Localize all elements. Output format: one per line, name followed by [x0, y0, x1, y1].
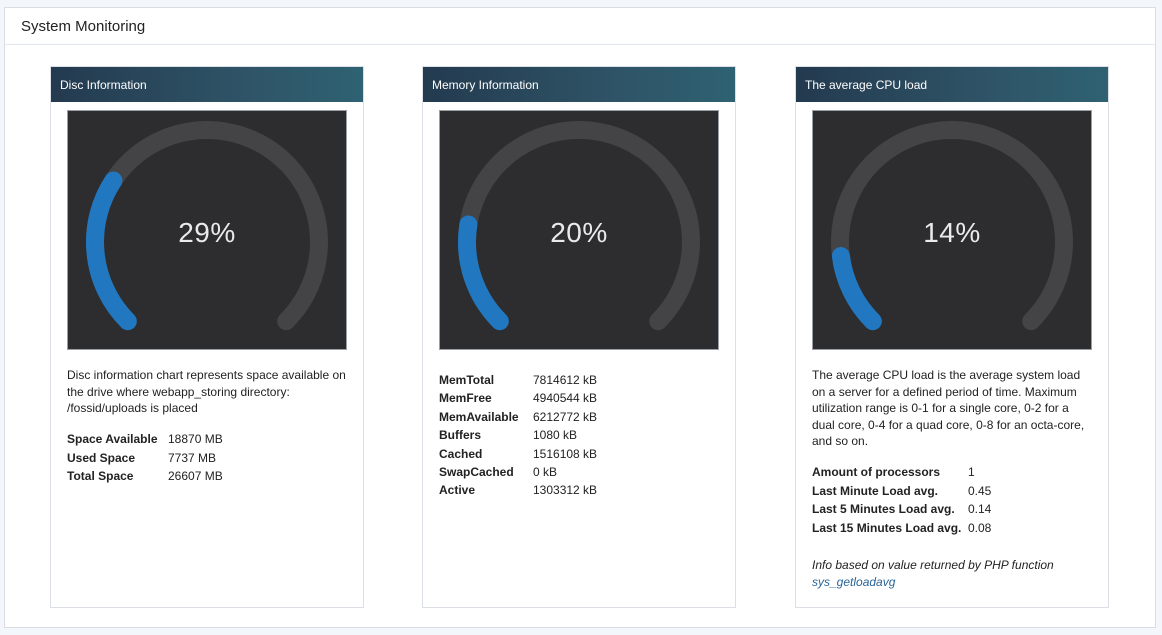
- row-value: 1516108 kB: [533, 446, 598, 461]
- page-title: System Monitoring: [5, 8, 1155, 45]
- cpu-footnote: Info based on value returned by PHP func…: [812, 557, 1094, 591]
- row-value: 1080 kB: [533, 428, 578, 443]
- cpu-gauge-fill: [831, 247, 882, 331]
- row-label: MemAvailable: [439, 409, 519, 424]
- row-value: 18870 MB: [168, 432, 223, 447]
- cpu-card-title: The average CPU load: [796, 67, 1108, 102]
- disc-card-body: Disc information chart represents space …: [67, 367, 349, 486]
- disc-gauge-value: 29%: [178, 217, 236, 248]
- memory-card-body: MemTotal 7814612 kB MemFree 4940544 kB Mem…: [439, 371, 721, 500]
- row-value: 4940544 kB: [533, 391, 598, 406]
- table-row: Amount of processors 1: [812, 464, 991, 482]
- disc-info-card: Disc Information 29% Disc information ch…: [50, 66, 364, 608]
- row-label: Last 5 Minutes Load avg.: [812, 502, 955, 517]
- memory-gauge: 20%: [439, 110, 719, 350]
- row-value: 1: [968, 465, 975, 480]
- memory-gauge-value: 20%: [550, 217, 608, 248]
- row-label: SwapCached: [439, 464, 514, 479]
- cpu-description: The average CPU load is the average syst…: [812, 368, 1085, 448]
- row-label: Last Minute Load avg.: [812, 483, 939, 498]
- row-label: Used Space: [67, 450, 136, 465]
- table-row: MemTotal 7814612 kB: [439, 371, 597, 389]
- table-row: Last 15 Minutes Load avg. 0.08: [812, 519, 991, 537]
- row-value: 6212772 kB: [533, 409, 598, 424]
- row-label: Active: [439, 483, 476, 498]
- table-row: Last 5 Minutes Load avg. 0.14: [812, 500, 991, 518]
- table-row: Cached 1516108 kB: [439, 445, 597, 463]
- row-value: 0.14: [968, 502, 992, 517]
- row-label: Last 15 Minutes Load avg.: [812, 520, 962, 535]
- table-row: MemFree 4940544 kB: [439, 389, 597, 407]
- row-value: 0 kB: [533, 464, 558, 479]
- row-value: 1303312 kB: [533, 483, 598, 498]
- cpu-gauge-value: 14%: [923, 217, 981, 248]
- table-row: Last Minute Load avg. 0.45: [812, 482, 991, 500]
- sys-getloadavg-link[interactable]: sys_getloadavg: [812, 575, 895, 589]
- memory-info-table: MemTotal 7814612 kB MemFree 4940544 kB Mem…: [439, 371, 597, 500]
- row-label: Amount of processors: [812, 465, 941, 480]
- disc-description: Disc information chart represents space …: [67, 368, 346, 415]
- row-label: Cached: [439, 446, 483, 461]
- table-row: MemAvailable 6212772 kB: [439, 408, 597, 426]
- row-label: Space Available: [67, 432, 158, 447]
- row-label: Buffers: [439, 428, 482, 443]
- disc-gauge-fill: [86, 171, 137, 331]
- footnote-text: Info based on value returned by PHP func…: [812, 558, 1054, 573]
- row-value: 7737 MB: [168, 450, 217, 465]
- table-row: Active 1303312 kB: [439, 481, 597, 499]
- table-row: Total Space 26607 MB: [67, 467, 223, 485]
- row-value: 0.45: [968, 483, 992, 498]
- row-label: MemTotal: [439, 372, 495, 387]
- system-monitoring-panel: System Monitoring Disc Information 29% D…: [4, 7, 1156, 628]
- cpu-gauge: 14%: [812, 110, 1092, 350]
- row-label: MemFree: [439, 391, 492, 406]
- table-row: Space Available 18870 MB: [67, 431, 223, 449]
- cpu-load-card: The average CPU load 14% The average CPU…: [795, 66, 1109, 608]
- row-value: 7814612 kB: [533, 372, 598, 387]
- memory-card-title: Memory Information: [423, 67, 735, 102]
- table-row: Used Space 7737 MB: [67, 449, 223, 467]
- cpu-info-table: Amount of processors 1 Last Minute Load a…: [812, 464, 991, 538]
- disc-card-title: Disc Information: [51, 67, 363, 102]
- row-value: 0.08: [968, 520, 992, 535]
- row-value: 26607 MB: [168, 469, 223, 484]
- cpu-card-body: The average CPU load is the average syst…: [812, 367, 1094, 591]
- disc-gauge: 29%: [67, 110, 347, 350]
- disc-info-table: Space Available 18870 MB Used Space 7737 M…: [67, 431, 223, 486]
- row-label: Total Space: [67, 469, 134, 484]
- table-row: SwapCached 0 kB: [439, 463, 597, 481]
- table-row: Buffers 1080 kB: [439, 426, 597, 444]
- memory-info-card: Memory Information 20% MemTotal 7814612 k…: [422, 66, 736, 608]
